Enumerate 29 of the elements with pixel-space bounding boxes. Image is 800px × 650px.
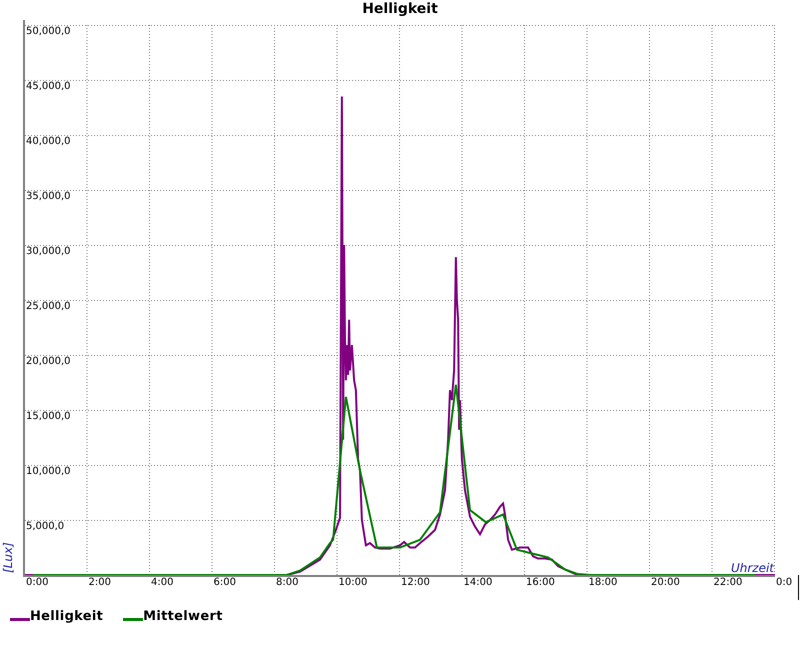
- y-tick-label: 30,000,0: [26, 246, 71, 257]
- y-tick-label: 5,000,0: [26, 521, 64, 532]
- frame-line: [798, 574, 799, 600]
- x-tick-label: 20:00: [651, 577, 680, 588]
- y-tick-label: 10,000,0: [26, 466, 71, 477]
- x-tick-label: 0:00: [26, 577, 48, 588]
- legend-label: Mittelwert: [143, 609, 223, 624]
- y-tick-label: 45,000,0: [26, 81, 71, 92]
- x-tick-label: 0:0: [776, 577, 792, 588]
- y-axis-title: [Lux]: [1, 542, 15, 573]
- x-tick-label: 10:00: [338, 577, 368, 588]
- x-tick-label: 16:00: [526, 577, 555, 588]
- x-tick-label: 22:00: [714, 577, 742, 588]
- y-tick-label: 25,000,0: [26, 301, 71, 312]
- x-tick-label: 18:00: [588, 577, 618, 588]
- y-tick-label: 40,000,0: [26, 136, 71, 147]
- x-tick-label: 14:00: [464, 577, 492, 588]
- y-tick-label: 50,000,0: [26, 26, 71, 37]
- y-tick-label: 20,000,0: [26, 356, 71, 367]
- y-tick-label: 35,000,0: [26, 191, 71, 202]
- legend-label: Helligkeit: [30, 609, 104, 624]
- x-tick-label: 8:00: [276, 577, 298, 588]
- x-axis-title: Uhrzeit: [730, 561, 774, 575]
- x-tick-label: 2:00: [88, 577, 111, 588]
- x-tick-label: 4:00: [151, 577, 174, 588]
- x-tick-label: 6:00: [214, 577, 236, 588]
- y-tick-label: 15,000,0: [26, 411, 71, 422]
- x-tick-label: 12:00: [401, 577, 430, 588]
- chart-title: Helligkeit: [362, 1, 438, 17]
